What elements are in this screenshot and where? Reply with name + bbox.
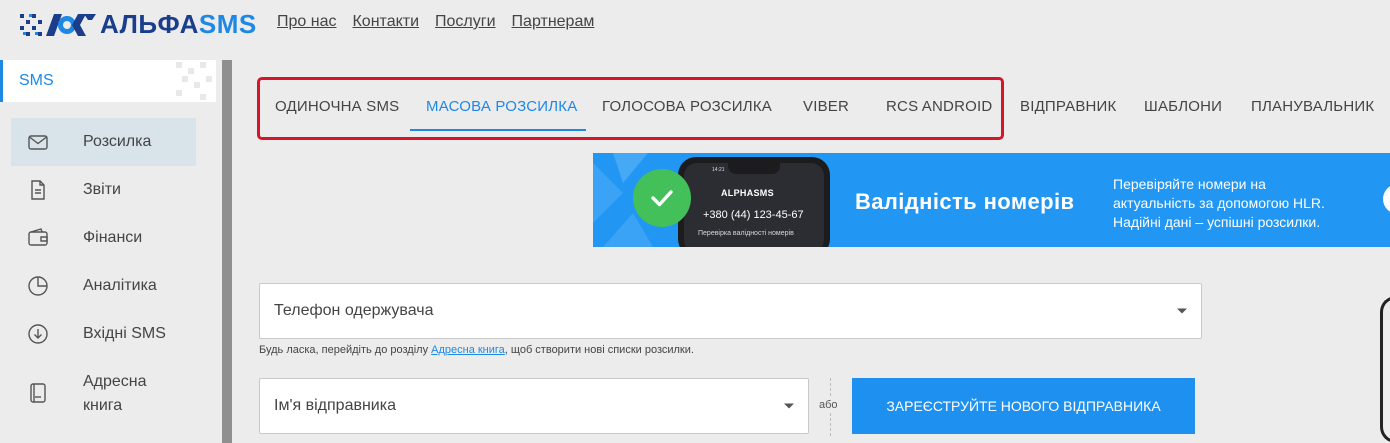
brand-logo[interactable]: АЛЬФАSMS — [18, 10, 257, 38]
sidebar-item-mailing[interactable]: Розсилка — [11, 118, 196, 166]
phone-mockup: 14:21 ALPHASMS +380 (44) 123-45-67 Перев… — [678, 157, 830, 247]
tab-templates[interactable]: Шаблони — [1144, 98, 1222, 115]
envelope-icon — [28, 135, 48, 150]
recipient-phone-select[interactable]: Телефон одержувача — [259, 283, 1202, 339]
address-book-link[interactable]: Адресна книга — [431, 344, 505, 356]
document-icon — [31, 180, 45, 200]
nav-link-contacts[interactable]: Контакти — [352, 13, 419, 31]
device-edge-decoration — [1380, 296, 1390, 443]
pie-chart-icon — [28, 276, 48, 296]
banner-next-control[interactable] — [1383, 184, 1390, 214]
sidebar-item-finance[interactable]: Фінанси — [11, 214, 196, 262]
checkmark-icon — [633, 169, 691, 227]
sidebar-item-address-book[interactable]: Адресна книга — [11, 358, 196, 428]
banner-description: Перевіряйте номери на актуальність за до… — [1113, 176, 1325, 230]
nav-link-services[interactable]: Послуги — [435, 13, 496, 31]
tab-sender[interactable]: Відправник — [1020, 98, 1116, 115]
alphasms-logo-mark-icon — [20, 14, 96, 36]
address-book-icon — [30, 383, 46, 403]
sidebar-section-header[interactable]: SMS — [0, 60, 216, 102]
top-nav: Про нас Контакти Послуги Партнерам — [277, 13, 594, 31]
nav-link-about[interactable]: Про нас — [277, 13, 336, 31]
sidebar-divider — [222, 60, 232, 443]
tabs-highlight-frame — [257, 77, 1004, 140]
inbox-download-icon — [28, 324, 48, 344]
chevron-down-icon — [784, 403, 794, 409]
sidebar-item-incoming-sms[interactable]: Вхідні SMS — [11, 310, 196, 358]
register-sender-button[interactable]: Зареєструйте нового відправника — [852, 378, 1195, 434]
promo-banner[interactable]: 14:21 ALPHASMS +380 (44) 123-45-67 Перев… — [593, 153, 1390, 247]
pixel-pattern-decoration — [176, 62, 212, 100]
sidebar: SMS Розсилка Звіти Фінанси Аналітика Вхі… — [0, 60, 220, 443]
wallet-icon — [28, 228, 48, 246]
sender-name-select[interactable]: Ім'я відправника — [259, 378, 809, 434]
banner-title: Валідність номерів — [855, 189, 1075, 214]
sidebar-item-reports[interactable]: Звіти — [11, 166, 196, 214]
tab-scheduler[interactable]: Планувальник — [1251, 98, 1374, 115]
phone-number: +380 (44) 123-45-67 — [703, 209, 804, 221]
address-book-hint: Будь ласка, перейдіть до розділу Адресна… — [259, 344, 694, 356]
or-label: або — [819, 398, 838, 412]
top-bar: АЛЬФАSMS Про нас Контакти Послуги Партне… — [0, 0, 1390, 60]
nav-link-partners[interactable]: Партнерам — [512, 13, 595, 31]
phone-brand: ALPHASMS — [721, 188, 774, 198]
chevron-down-icon — [1177, 308, 1187, 314]
sidebar-item-analytics[interactable]: Аналітика — [11, 262, 196, 310]
brand-wordmark: АЛЬФАSMS — [100, 9, 257, 39]
phone-caption: Перевірка валідності номерів — [698, 230, 794, 237]
